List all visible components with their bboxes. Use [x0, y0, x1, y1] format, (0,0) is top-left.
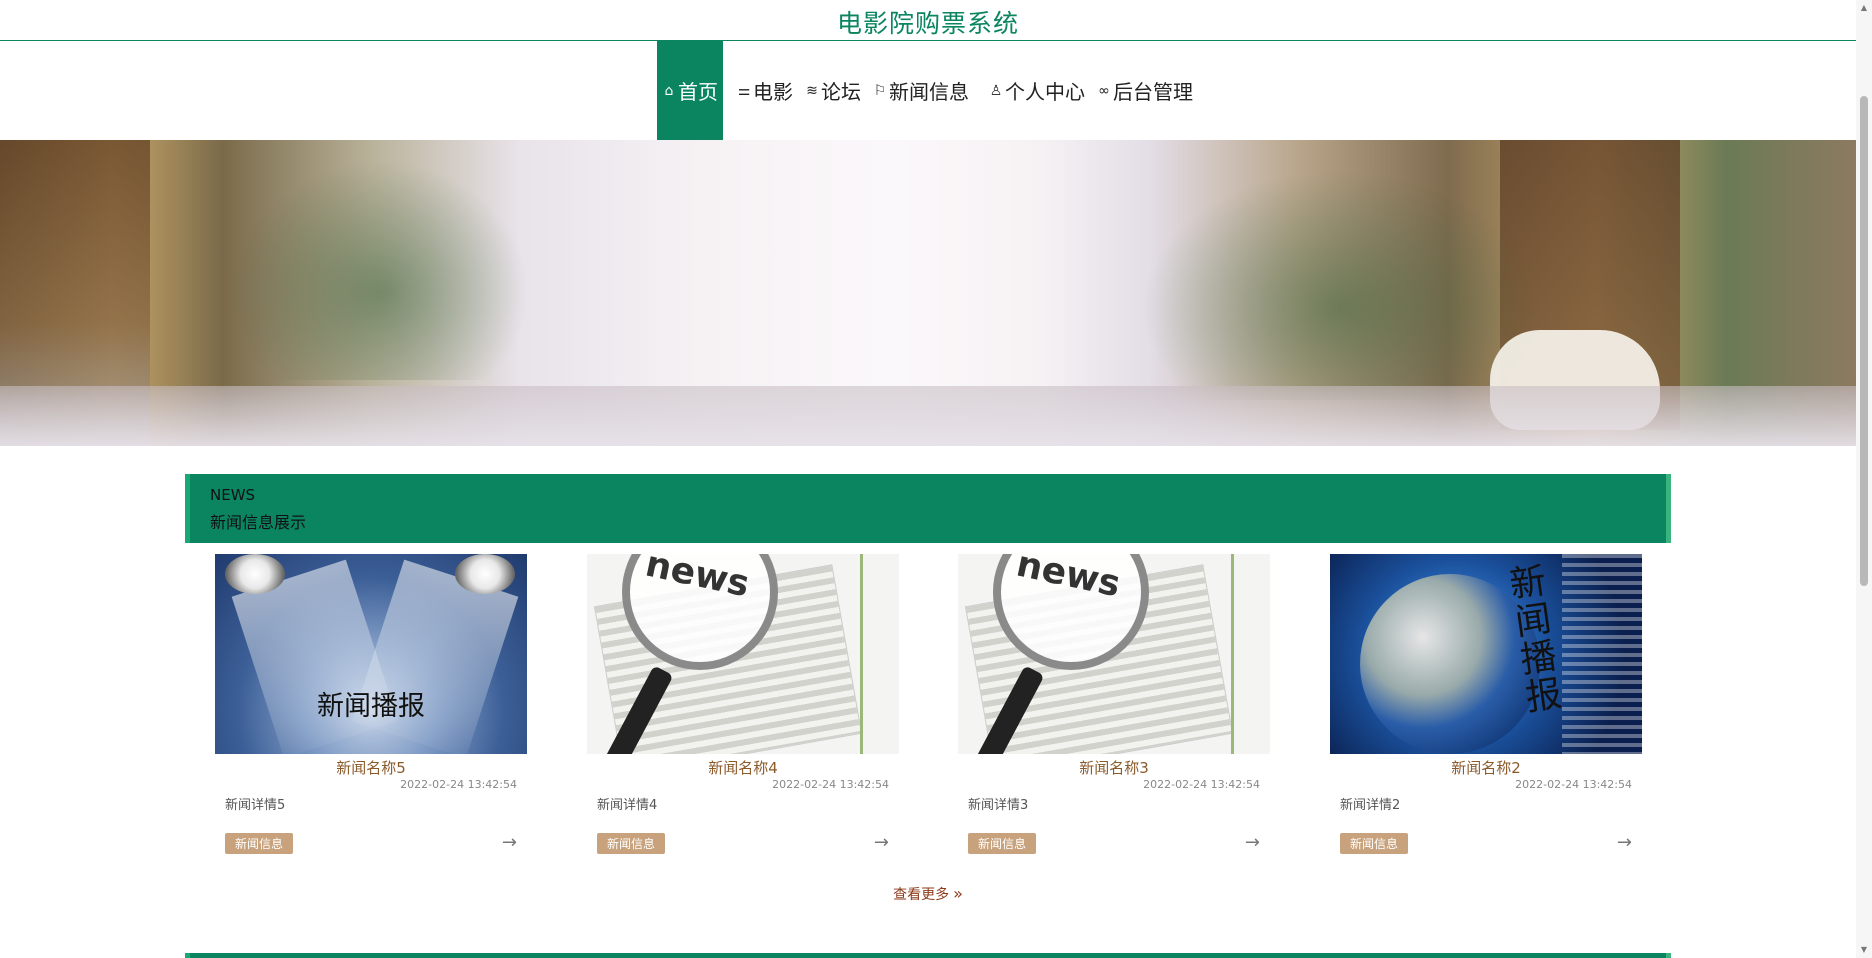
- news-image[interactable]: news: [587, 554, 899, 754]
- news-card-list: 新闻播报 新闻名称5 2022-02-24 13:42:54 新闻详情5 新闻信…: [215, 554, 1643, 864]
- news-image[interactable]: 新闻播报: [215, 554, 527, 754]
- nav-item-home[interactable]: ⌂ 首页: [657, 41, 723, 140]
- news-image-caption: 新闻播报: [317, 691, 425, 722]
- main-nav: ⌂ 首页 ⚌ 电影 ≋ 论坛 ⚐ 新闻信息 ♙ 个人中心 ∞ 后台管理: [0, 41, 1856, 140]
- banner-ground: [0, 386, 1856, 446]
- layers-icon: ≋: [806, 82, 818, 99]
- news-heading-en: NEWS: [210, 486, 256, 504]
- news-section-header: NEWS 新闻信息展示: [185, 474, 1671, 543]
- user-icon: ♙: [989, 82, 1003, 99]
- news-tag[interactable]: 新闻信息: [597, 833, 666, 854]
- flag-icon: ⚐: [873, 82, 887, 99]
- banner-plants-right: [1140, 170, 1540, 400]
- scrollbar-thumb[interactable]: [1860, 96, 1868, 586]
- double-chevron-right-icon: »: [953, 884, 963, 903]
- news-card[interactable]: news 新闻名称4 2022-02-24 13:42:54 新闻详情4 新闻信…: [587, 554, 899, 864]
- arrow-right-icon[interactable]: →: [1245, 832, 1260, 853]
- view-more-label: 查看更多: [893, 887, 950, 903]
- news-title[interactable]: 新闻名称2: [1330, 757, 1642, 778]
- nav-item-profile[interactable]: ♙ 个人中心: [983, 41, 1091, 140]
- next-section-header: [185, 953, 1671, 958]
- page-scrollbar[interactable]: ▲ ▼: [1856, 0, 1872, 958]
- news-title[interactable]: 新闻名称5: [215, 757, 527, 778]
- home-icon: ⌂: [664, 82, 674, 99]
- news-image[interactable]: 新闻播报: [1330, 554, 1642, 754]
- scroll-up-arrow-icon[interactable]: ▲: [1856, 0, 1872, 16]
- sliders-icon: ⚌: [737, 82, 751, 99]
- arrow-right-icon[interactable]: →: [1617, 832, 1632, 853]
- news-time: 2022-02-24 13:42:54: [1143, 778, 1260, 791]
- news-tag[interactable]: 新闻信息: [225, 833, 294, 854]
- site-title: 电影院购票系统: [836, 9, 1019, 38]
- news-time: 2022-02-24 13:42:54: [772, 778, 889, 791]
- nav-item-forum[interactable]: ≋ 论坛: [799, 41, 867, 140]
- link-icon: ∞: [1098, 82, 1110, 99]
- news-desc: 新闻详情3: [968, 798, 1029, 813]
- view-more-link[interactable]: 查看更多»: [0, 884, 1856, 904]
- arrow-right-icon[interactable]: →: [874, 832, 889, 853]
- scroll-down-arrow-icon[interactable]: ▼: [1856, 942, 1872, 958]
- news-desc: 新闻详情2: [1340, 798, 1401, 813]
- news-title[interactable]: 新闻名称3: [958, 757, 1270, 778]
- news-heading-cn: 新闻信息展示: [210, 513, 307, 532]
- site-header: 电影院购票系统: [0, 0, 1856, 41]
- nav-item-news[interactable]: ⚐ 新闻信息: [867, 41, 975, 140]
- news-title[interactable]: 新闻名称4: [587, 757, 899, 778]
- news-image[interactable]: news: [958, 554, 1270, 754]
- banner-carousel[interactable]: [0, 140, 1856, 446]
- news-desc: 新闻详情5: [225, 798, 286, 813]
- news-tag[interactable]: 新闻信息: [1340, 833, 1409, 854]
- nav-item-label: 首页: [678, 80, 718, 104]
- nav-item-admin[interactable]: ∞ 后台管理: [1091, 41, 1199, 140]
- news-time: 2022-02-24 13:42:54: [1515, 778, 1632, 791]
- news-card[interactable]: 新闻播报 新闻名称2 2022-02-24 13:42:54 新闻详情2 新闻信…: [1330, 554, 1642, 864]
- banner-plants-left: [230, 160, 530, 380]
- news-tag[interactable]: 新闻信息: [968, 833, 1037, 854]
- news-card[interactable]: 新闻播报 新闻名称5 2022-02-24 13:42:54 新闻详情5 新闻信…: [215, 554, 527, 864]
- nav-item-label: 新闻信息: [889, 80, 969, 104]
- nav-item-label: 个人中心: [1005, 80, 1085, 104]
- news-desc: 新闻详情4: [597, 798, 658, 813]
- news-time: 2022-02-24 13:42:54: [400, 778, 517, 791]
- arrow-right-icon[interactable]: →: [502, 832, 517, 853]
- nav-item-label: 论坛: [821, 80, 861, 104]
- nav-item-label: 后台管理: [1113, 80, 1193, 104]
- nav-item-movies[interactable]: ⚌ 电影: [731, 41, 799, 140]
- news-card[interactable]: news 新闻名称3 2022-02-24 13:42:54 新闻详情3 新闻信…: [958, 554, 1270, 864]
- nav-item-label: 电影: [753, 80, 793, 104]
